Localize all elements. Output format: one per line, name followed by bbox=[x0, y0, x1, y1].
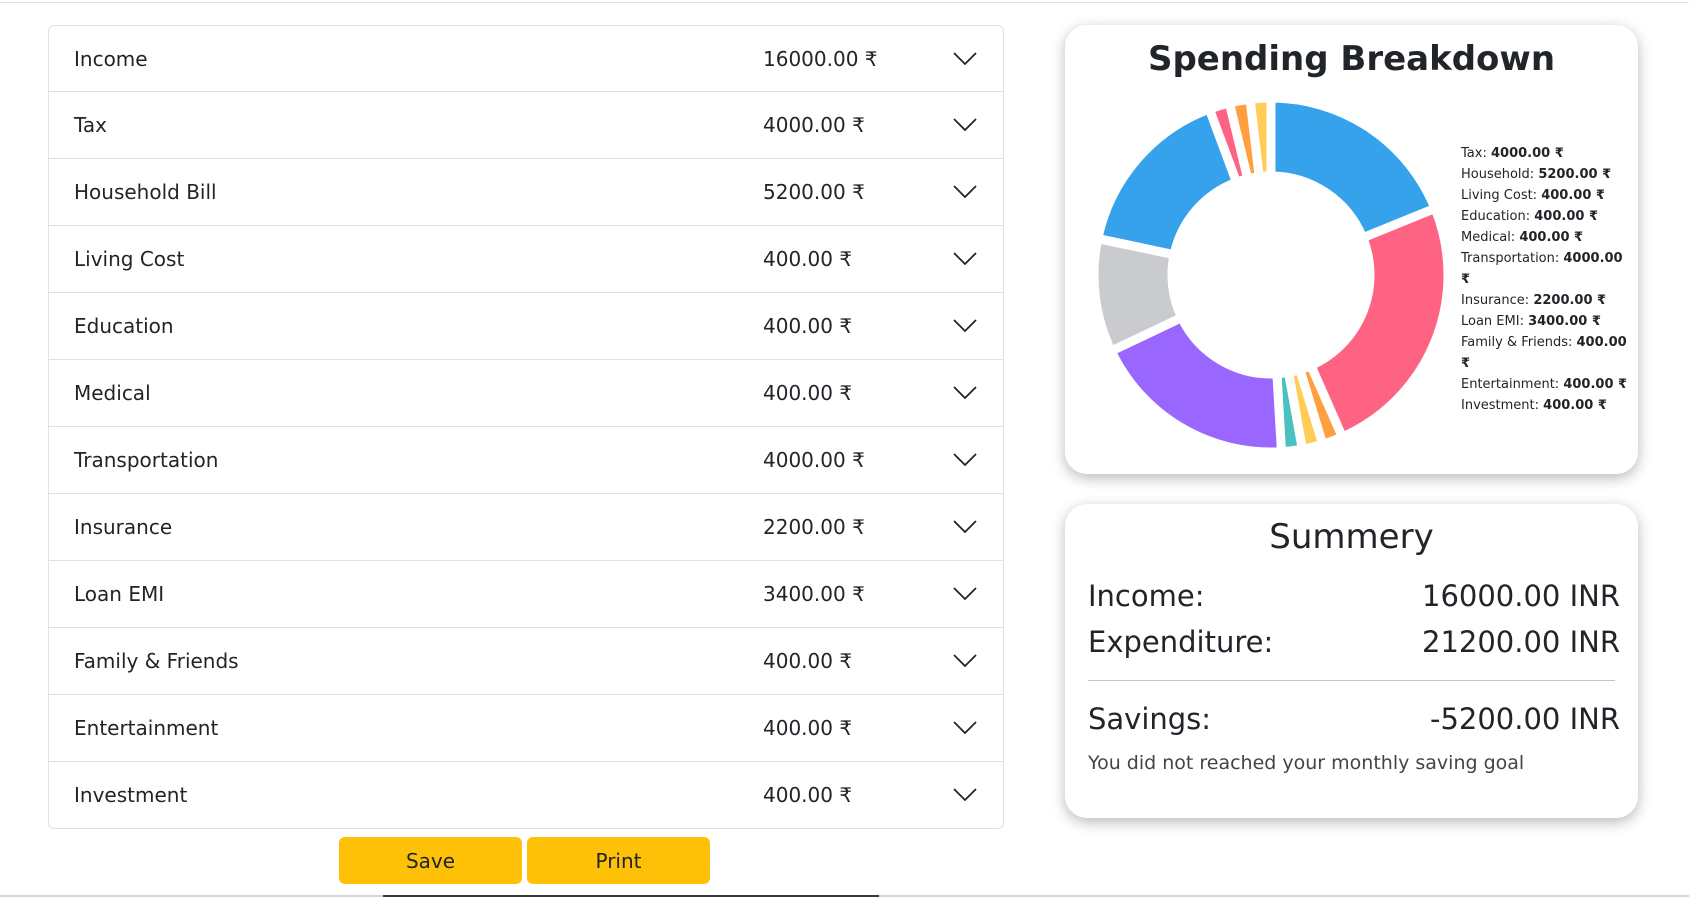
accordion-item[interactable]: Income 16000.00 ₹ bbox=[49, 26, 1003, 91]
scrollbar-thumb[interactable] bbox=[383, 895, 879, 897]
legend-label: Education: bbox=[1461, 209, 1531, 224]
chevron-down-icon[interactable] bbox=[953, 319, 977, 333]
saving-goal-message: You did not reached your monthly saving … bbox=[1088, 752, 1525, 774]
chevron-down-icon[interactable] bbox=[953, 51, 977, 66]
print-button[interactable]: Print bbox=[527, 837, 710, 884]
chevron-down-icon[interactable] bbox=[953, 185, 977, 199]
legend-item: Family & Friends: 400.00 ₹ bbox=[1461, 332, 1633, 374]
top-divider bbox=[0, 2, 1689, 3]
chevron-down-icon[interactable] bbox=[953, 252, 977, 266]
item-label: Living Cost bbox=[74, 247, 185, 271]
legend-value: 2200.00 ₹ bbox=[1533, 293, 1607, 308]
item-amount: 3400.00 ₹ bbox=[763, 582, 865, 606]
savings-label: Savings: bbox=[1088, 702, 1212, 736]
expenditure-value: 21200.00 INR bbox=[1422, 625, 1620, 659]
item-label: Loan EMI bbox=[74, 582, 165, 606]
item-label: Household Bill bbox=[74, 180, 217, 204]
item-amount: 400.00 ₹ bbox=[763, 381, 853, 405]
budget-accordion: Income 16000.00 ₹ Tax 4000.00 ₹ Household Bi… bbox=[48, 25, 1004, 829]
item-label: Medical bbox=[74, 381, 151, 405]
legend-item: Investment: 400.00 ₹ bbox=[1461, 395, 1633, 416]
item-amount: 400.00 ₹ bbox=[763, 247, 853, 271]
chevron-down-icon[interactable] bbox=[953, 788, 977, 802]
item-amount: 5200.00 ₹ bbox=[763, 180, 865, 204]
legend-label: Loan EMI: bbox=[1461, 314, 1524, 329]
item-label: Investment bbox=[74, 783, 188, 807]
chart-legend: Tax: 4000.00 ₹ Household: 5200.00 ₹ Living… bbox=[1461, 143, 1633, 416]
item-amount: 400.00 ₹ bbox=[763, 314, 853, 338]
legend-value: 3400.00 ₹ bbox=[1528, 314, 1601, 329]
item-label: Insurance bbox=[74, 515, 173, 539]
save-button[interactable]: Save bbox=[339, 837, 522, 884]
item-label: Tax bbox=[74, 113, 107, 137]
chevron-down-icon[interactable] bbox=[953, 721, 977, 735]
legend-value: 400.00 ₹ bbox=[1563, 377, 1628, 392]
item-amount: 400.00 ₹ bbox=[763, 783, 853, 807]
item-amount: 4000.00 ₹ bbox=[763, 113, 865, 137]
legend-item: Tax: 4000.00 ₹ bbox=[1461, 143, 1633, 164]
income-label: Income: bbox=[1088, 579, 1205, 613]
chevron-down-icon[interactable] bbox=[953, 587, 977, 601]
legend-label: Entertainment: bbox=[1461, 377, 1560, 392]
accordion-item[interactable]: Entertainment 400.00 ₹ bbox=[49, 694, 1003, 761]
legend-label: Household: bbox=[1461, 167, 1535, 182]
legend-label: Investment: bbox=[1461, 398, 1540, 413]
legend-value: 5200.00 ₹ bbox=[1538, 167, 1612, 182]
legend-label: Transportation: bbox=[1461, 251, 1560, 266]
summary-card: Summery Income: 16000.00 INR Expenditure… bbox=[1065, 504, 1638, 818]
item-label: Family & Friends bbox=[74, 649, 239, 673]
legend-label: Family & Friends: bbox=[1461, 335, 1573, 350]
savings-value: -5200.00 INR bbox=[1429, 702, 1620, 736]
accordion-item[interactable]: Medical 400.00 ₹ bbox=[49, 359, 1003, 426]
item-label: Entertainment bbox=[74, 716, 219, 740]
item-amount: 400.00 ₹ bbox=[763, 716, 853, 740]
item-amount: 2200.00 ₹ bbox=[763, 515, 865, 539]
legend-label: Insurance: bbox=[1461, 293, 1530, 308]
chevron-down-icon[interactable] bbox=[953, 520, 977, 534]
item-amount: 16000.00 ₹ bbox=[763, 46, 878, 71]
expenditure-label: Expenditure: bbox=[1088, 625, 1274, 659]
accordion-item[interactable]: Living Cost 400.00 ₹ bbox=[49, 225, 1003, 292]
legend-value: 4000.00 ₹ bbox=[1490, 146, 1564, 161]
income-value: 16000.00 INR bbox=[1422, 579, 1620, 613]
legend-value: 400.00 ₹ bbox=[1543, 398, 1607, 413]
item-amount: 400.00 ₹ bbox=[763, 649, 853, 673]
accordion-item[interactable]: Tax 4000.00 ₹ bbox=[49, 91, 1003, 158]
chevron-down-icon[interactable] bbox=[953, 386, 977, 400]
accordion-item[interactable]: Transportation 4000.00 ₹ bbox=[49, 426, 1003, 493]
accordion-item[interactable]: Investment 400.00 ₹ bbox=[49, 761, 1003, 828]
legend-value: 400.00 ₹ bbox=[1534, 209, 1598, 224]
chevron-down-icon[interactable] bbox=[953, 453, 977, 467]
accordion-item[interactable]: Insurance 2200.00 ₹ bbox=[49, 493, 1003, 560]
accordion-item[interactable]: Education 400.00 ₹ bbox=[49, 292, 1003, 359]
summary-divider bbox=[1088, 680, 1615, 681]
legend-item: Insurance: 2200.00 ₹ bbox=[1461, 290, 1633, 311]
donut-chart bbox=[1089, 93, 1453, 457]
legend-item: Loan EMI: 3400.00 ₹ bbox=[1461, 311, 1633, 332]
legend-item: Household: 5200.00 ₹ bbox=[1461, 164, 1633, 185]
accordion-item[interactable]: Household Bill 5200.00 ₹ bbox=[49, 158, 1003, 225]
legend-value: 400.00 ₹ bbox=[1541, 188, 1605, 203]
legend-value: 400.00 ₹ bbox=[1519, 230, 1584, 245]
bottom-scrollbar bbox=[0, 895, 1689, 897]
legend-item: Transportation: 4000.00 ₹ bbox=[1461, 248, 1633, 290]
spending-breakdown-card: Spending Breakdown Tax: 4000.00 ₹ Househo… bbox=[1065, 25, 1638, 474]
accordion-item[interactable]: Loan EMI 3400.00 ₹ bbox=[49, 560, 1003, 627]
item-label: Income bbox=[74, 46, 148, 71]
legend-label: Tax: bbox=[1461, 146, 1487, 161]
legend-item: Education: 400.00 ₹ bbox=[1461, 206, 1633, 227]
chevron-down-icon[interactable] bbox=[953, 654, 977, 668]
summary-title: Summery bbox=[1269, 517, 1434, 557]
item-label: Education bbox=[74, 314, 174, 338]
legend-item: Living Cost: 400.00 ₹ bbox=[1461, 185, 1633, 206]
chevron-down-icon[interactable] bbox=[953, 118, 977, 132]
legend-label: Living Cost: bbox=[1461, 188, 1538, 203]
item-amount: 4000.00 ₹ bbox=[763, 448, 865, 472]
legend-item: Medical: 400.00 ₹ bbox=[1461, 227, 1633, 248]
legend-label: Medical: bbox=[1461, 230, 1516, 245]
legend-item: Entertainment: 400.00 ₹ bbox=[1461, 374, 1633, 395]
accordion-item[interactable]: Family & Friends 400.00 ₹ bbox=[49, 627, 1003, 694]
item-label: Transportation bbox=[74, 448, 219, 472]
